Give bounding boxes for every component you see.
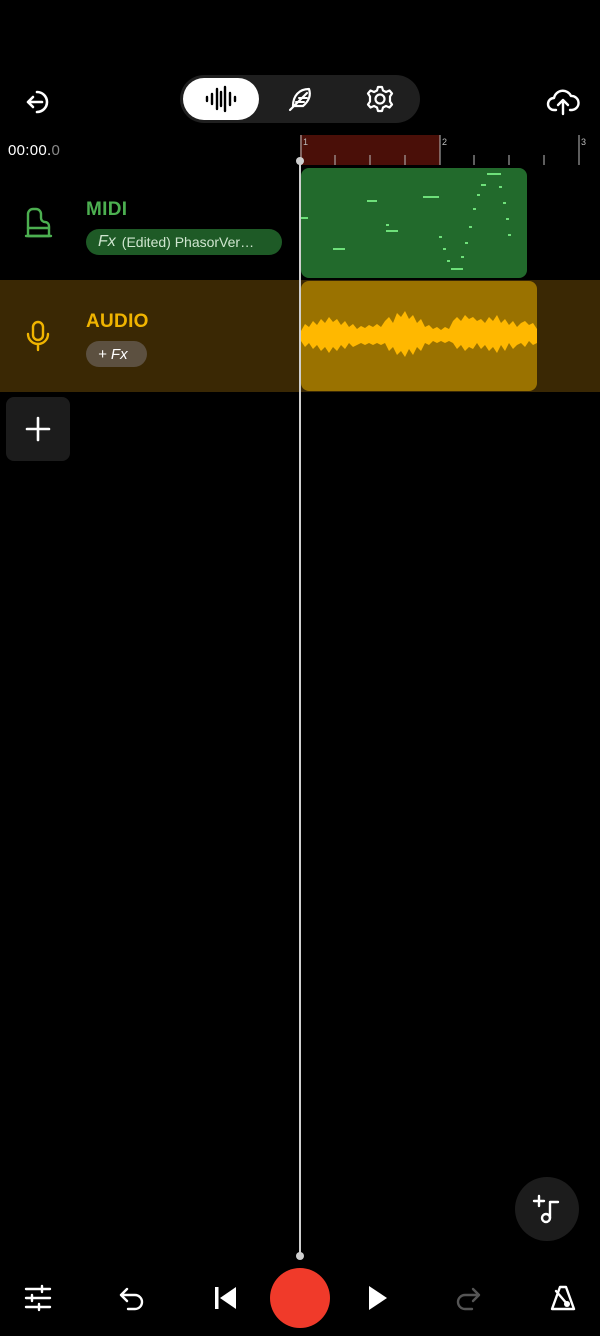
playhead-line[interactable] (299, 160, 301, 1258)
fx-label: Fx (98, 233, 116, 250)
playhead-bottom-handle[interactable] (296, 1252, 304, 1260)
tab-settings[interactable] (342, 78, 418, 120)
audio-add-fx-button[interactable]: + Fx (86, 341, 147, 367)
redo-icon (456, 1287, 481, 1311)
view-mode-switcher (180, 75, 420, 123)
midi-fx-chip[interactable]: Fx (Edited) PhasorVer… (86, 229, 282, 255)
undo-button[interactable] (110, 1278, 152, 1318)
midi-notes (301, 173, 511, 270)
add-music-note-icon (532, 1194, 560, 1224)
track-name-midi[interactable]: MIDI (86, 199, 127, 221)
audio-clip[interactable] (301, 281, 537, 391)
record-button[interactable] (270, 1268, 330, 1328)
track-name-audio[interactable]: AUDIO (86, 311, 149, 333)
audio-waveform (301, 311, 537, 357)
add-fx-label: + Fx (98, 345, 128, 363)
time-readout: 00:00.0 (8, 142, 60, 159)
metronome-icon (550, 1285, 576, 1311)
ruler-mark-2: 2 (442, 137, 448, 147)
fx-preset-name: (Edited) PhasorVer… (121, 234, 255, 250)
tab-lyrics[interactable] (262, 78, 338, 120)
audio-track-icon-button[interactable] (18, 316, 58, 356)
waveform-icon (205, 85, 237, 113)
metronome-button[interactable] (542, 1278, 584, 1318)
microphone-icon (26, 320, 50, 352)
playhead-top-handle[interactable] (296, 157, 304, 165)
undo-icon (119, 1287, 144, 1311)
add-track-button[interactable] (6, 397, 70, 461)
ruler-mark-1: 1 (303, 137, 309, 147)
play-button[interactable] (356, 1278, 398, 1318)
midi-track-icon-button[interactable] (18, 203, 58, 243)
ruler-ticks (300, 135, 580, 165)
mixer-sliders-icon (24, 1284, 52, 1312)
play-icon (369, 1286, 387, 1310)
plus-icon (25, 416, 51, 442)
skip-back-icon (215, 1287, 236, 1309)
mixer-button[interactable] (18, 1278, 58, 1318)
exit-icon (26, 90, 49, 114)
time-main: 00:00. (8, 142, 52, 159)
add-note-button[interactable] (515, 1177, 579, 1241)
midi-clip[interactable] (301, 168, 527, 278)
piano-icon (24, 207, 53, 238)
timeline-ruler[interactable]: 1 2 3 (300, 135, 600, 165)
time-fraction: 0 (51, 142, 61, 159)
gear-icon (366, 85, 394, 113)
ruler-mark-3: 3 (581, 137, 587, 147)
exit-button[interactable] (18, 82, 58, 122)
upload-button[interactable] (542, 82, 584, 122)
feather-icon (288, 87, 311, 112)
tab-tracks[interactable] (183, 78, 259, 120)
cloud-upload-icon (546, 89, 580, 116)
redo-button[interactable] (448, 1278, 490, 1318)
skip-to-start-button[interactable] (204, 1278, 246, 1318)
